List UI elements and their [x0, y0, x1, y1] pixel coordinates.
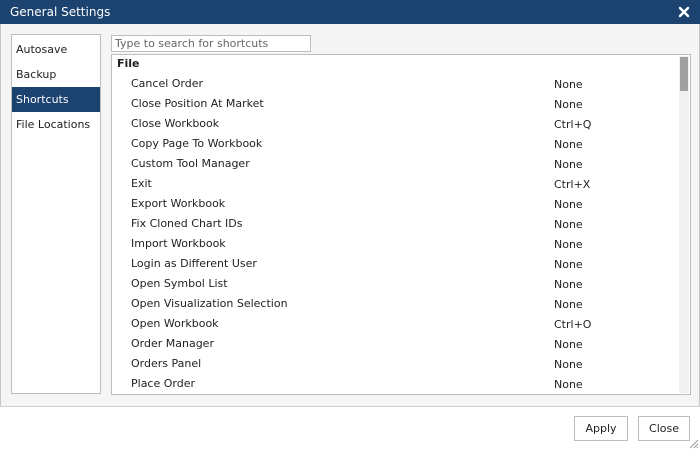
shortcut-name: Import Workbook	[131, 237, 226, 250]
shortcut-key[interactable]: None	[554, 195, 583, 215]
table-row[interactable]: Close Workbook Ctrl+Q	[112, 114, 680, 134]
shortcut-rows: Cancel Order None Close Position At Market…	[112, 74, 680, 394]
shortcut-name: Exit	[131, 177, 152, 190]
close-button[interactable]: Close	[638, 416, 690, 441]
shortcut-key[interactable]: None	[554, 135, 583, 155]
shortcut-key[interactable]: None	[554, 355, 583, 375]
shortcut-name: Orders Panel	[131, 357, 202, 370]
shortcut-name: Login as Different User	[131, 257, 257, 270]
settings-sidebar: Autosave Backup Shortcuts File Locations	[11, 34, 101, 394]
search-input[interactable]	[111, 35, 311, 52]
apply-button[interactable]: Apply	[574, 416, 628, 441]
shortcut-key[interactable]: Ctrl+X	[554, 175, 590, 195]
shortcut-name: Custom Tool Manager	[131, 157, 250, 170]
sidebar-item-backup[interactable]: Backup	[12, 62, 100, 87]
window-title: General Settings	[10, 5, 111, 19]
group-header-file: File	[117, 57, 140, 70]
resize-grip-icon[interactable]	[687, 437, 699, 449]
table-row[interactable]: Custom Tool Manager None	[112, 154, 680, 174]
close-icon[interactable]	[676, 4, 692, 20]
shortcut-name: Export Workbook	[131, 197, 226, 210]
shortcut-name: Open Symbol List	[131, 277, 228, 290]
shortcut-key[interactable]: None	[554, 235, 583, 255]
shortcut-key[interactable]: None	[554, 295, 583, 315]
sidebar-item-file-locations[interactable]: File Locations	[12, 112, 100, 137]
shortcut-key[interactable]: Ctrl+Q	[554, 115, 591, 135]
shortcut-name: Open Visualization Selection	[131, 297, 288, 310]
shortcut-name: Cancel Order	[131, 77, 204, 90]
button-bar: Apply Close	[0, 406, 700, 450]
table-row[interactable]: Exit Ctrl+X	[112, 174, 680, 194]
shortcut-key[interactable]: None	[554, 155, 583, 175]
table-row[interactable]: Orders Panel None	[112, 354, 680, 374]
shortcut-key[interactable]: None	[554, 215, 583, 235]
table-row[interactable]: Open Visualization Selection None	[112, 294, 680, 314]
shortcut-name: Close Position At Market	[131, 97, 264, 110]
shortcut-key[interactable]: Ctrl+O	[554, 315, 591, 335]
shortcut-name: Open Workbook	[131, 317, 219, 330]
shortcut-key[interactable]: None	[554, 375, 583, 394]
table-row[interactable]: Cancel Order None	[112, 74, 680, 94]
shortcut-key[interactable]: None	[554, 75, 583, 95]
table-row[interactable]: Copy Page To Workbook None	[112, 134, 680, 154]
shortcut-name: Copy Page To Workbook	[131, 137, 263, 150]
shortcut-name: Order Manager	[131, 337, 214, 350]
table-row[interactable]: Close Position At Market None	[112, 94, 680, 114]
title-bar[interactable]: General Settings	[0, 0, 700, 24]
shortcut-key[interactable]: None	[554, 335, 583, 355]
shortcut-name: Fix Cloned Chart IDs	[131, 217, 243, 230]
table-row[interactable]: Place Order None	[112, 374, 680, 394]
vertical-scrollbar[interactable]	[679, 56, 689, 393]
shortcuts-list: File Cancel Order None Close Position At M…	[111, 54, 691, 395]
general-settings-window: General Settings Autosave Backup Shortcuts…	[0, 0, 700, 450]
content-area: AutosaveBackupShortcutsFile Locations Fi…	[0, 24, 700, 406]
table-row[interactable]: Import Workbook None	[112, 234, 680, 254]
shortcut-name: Close Workbook	[131, 117, 220, 130]
table-row[interactable]: Fix Cloned Chart IDs None	[112, 214, 680, 234]
shortcut-name: Place Order	[131, 377, 196, 390]
scrollbar-thumb[interactable]	[680, 57, 688, 91]
table-row[interactable]: Export Workbook None	[112, 194, 680, 214]
shortcut-key[interactable]: None	[554, 95, 583, 115]
table-row[interactable]: Login as Different User None	[112, 254, 680, 274]
sidebar-item-autosave[interactable]: Autosave	[12, 37, 100, 62]
shortcut-key[interactable]: None	[554, 275, 583, 295]
table-row[interactable]: Open Workbook Ctrl+O	[112, 314, 680, 334]
shortcut-key[interactable]: None	[554, 255, 583, 275]
sidebar-item-shortcuts[interactable]: Shortcuts	[12, 87, 100, 112]
table-row[interactable]: Order Manager None	[112, 334, 680, 354]
table-row[interactable]: Open Symbol List None	[112, 274, 680, 294]
